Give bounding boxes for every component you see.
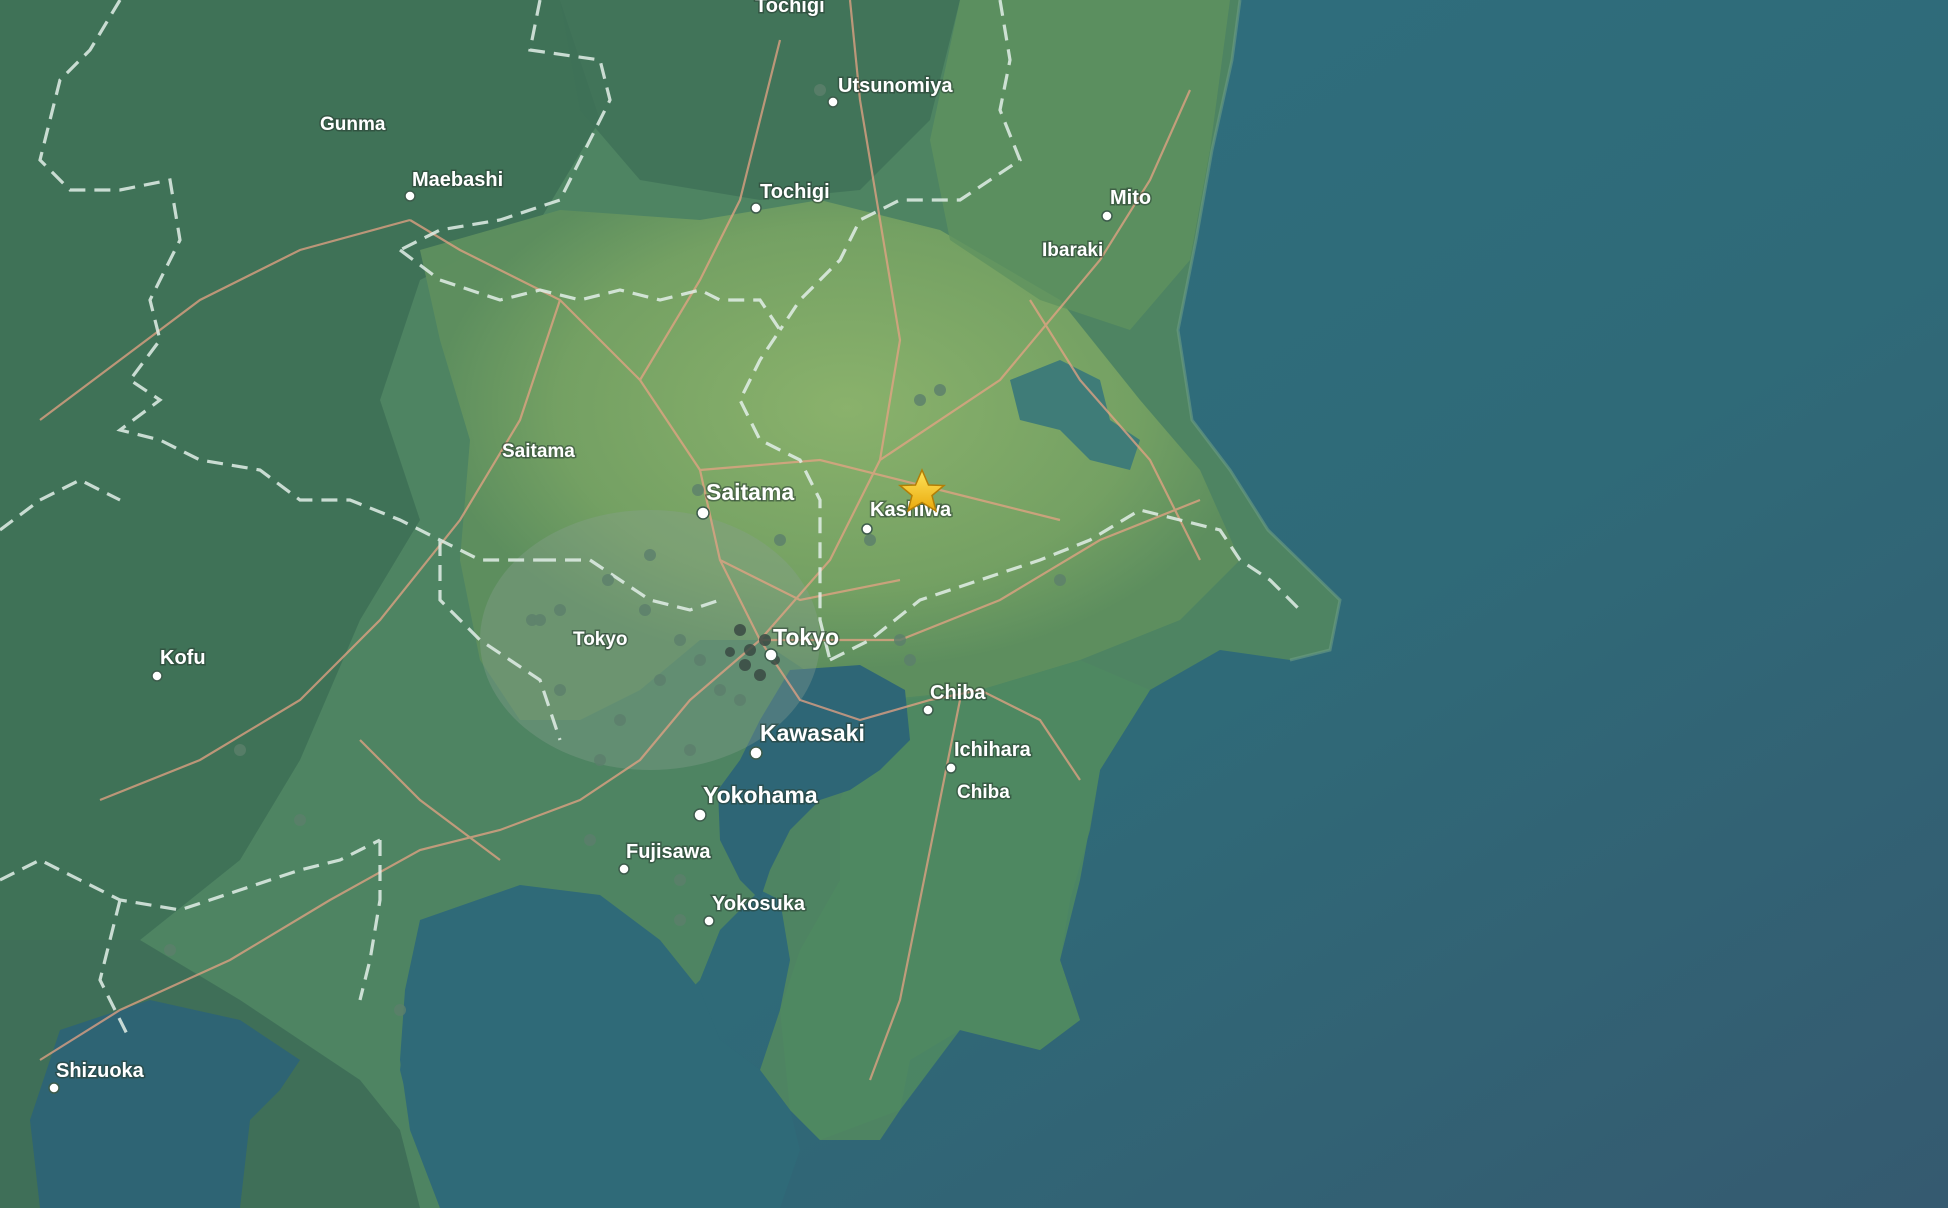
city-label-utsunomiya: Utsunomiya [838,75,953,97]
prefecture-label-chiba: Chiba [957,782,1010,803]
prefecture-label-tokyo: Tokyo [573,629,628,650]
city-label-tokyo: Tokyo [773,624,839,650]
city-label-ichihara: Ichihara [954,739,1032,761]
city-label-shizuoka: Shizuoka [56,1060,145,1082]
city-label-yokohama: Yokohama [703,782,818,808]
city-label-saitama: Saitama [706,479,794,505]
city-label-tochigi-top: Tochigi [755,0,825,17]
city-label-kawasaki: Kawasaki [760,720,865,746]
city-label-tochigi: Tochigi [760,181,830,203]
city-label-maebashi: Maebashi [412,169,503,191]
prefecture-label-ibaraki: Ibaraki [1042,240,1103,261]
city-label-fujisawa: Fujisawa [626,841,711,863]
city-label-yokosuka: Yokosuka [712,893,806,915]
prefecture-label-gunma: Gunma [320,114,386,135]
city-label-chiba: Chiba [930,682,986,704]
city-label-mito: Mito [1110,187,1151,209]
city-label-kofu: Kofu [160,647,206,669]
map-canvas[interactable]: Tochigi Utsunomiya Gunma Maebashi Tochig… [0,0,1948,1208]
prefecture-label-saitama: Saitama [502,441,575,462]
